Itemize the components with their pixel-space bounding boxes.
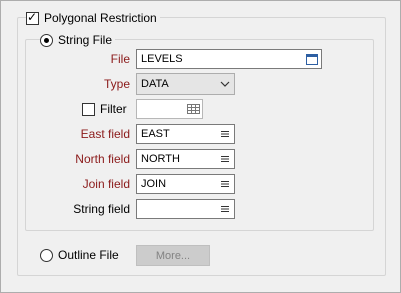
polygonal-restriction-toggle[interactable]: ✓ Polygonal Restriction xyxy=(26,10,160,26)
filter-input[interactable] xyxy=(136,99,203,119)
more-button[interactable]: More... xyxy=(136,245,210,266)
filter-grid-icon[interactable] xyxy=(184,100,202,118)
outline-file-radio[interactable] xyxy=(40,248,53,262)
list-icon[interactable] xyxy=(216,150,234,168)
filter-label: Filter xyxy=(100,102,127,116)
type-value: DATA xyxy=(141,78,169,90)
file-value: LEVELS xyxy=(141,53,183,65)
type-label: Type xyxy=(103,77,130,91)
filter-toggle[interactable]: Filter xyxy=(82,102,127,116)
radio-selected-dot xyxy=(44,37,49,43)
string-file-label: String File xyxy=(58,33,113,47)
list-icon[interactable] xyxy=(216,200,234,218)
chevron-down-icon xyxy=(216,75,234,93)
east-field-label: East field xyxy=(80,127,130,141)
type-select[interactable]: DATA xyxy=(136,73,235,95)
polygonal-restriction-label: Polygonal Restriction xyxy=(44,11,157,25)
list-icon[interactable] xyxy=(216,125,234,143)
north-field-label: North field xyxy=(75,152,130,166)
outline-file-label: Outline File xyxy=(58,248,119,262)
join-field-input[interactable]: JOIN xyxy=(136,174,235,194)
file-input[interactable]: LEVELS xyxy=(136,49,322,69)
string-field-label: String field xyxy=(73,202,130,216)
join-field-value: JOIN xyxy=(141,178,167,190)
file-browse-icon[interactable] xyxy=(303,50,321,68)
filter-checkbox[interactable] xyxy=(82,102,95,116)
north-field-input[interactable]: NORTH xyxy=(136,149,235,169)
string-file-radio[interactable] xyxy=(40,33,53,47)
string-field-input[interactable] xyxy=(136,199,235,219)
polygonal-restriction-checkbox[interactable]: ✓ xyxy=(26,9,39,25)
file-label: File xyxy=(110,52,130,66)
string-file-option[interactable]: String File xyxy=(40,32,116,48)
list-icon[interactable] xyxy=(216,175,234,193)
checkmark-icon: ✓ xyxy=(27,9,38,24)
outline-file-option[interactable]: Outline File xyxy=(40,248,119,262)
north-field-value: NORTH xyxy=(141,153,180,165)
east-field-value: EAST xyxy=(141,128,170,140)
east-field-input[interactable]: EAST xyxy=(136,124,235,144)
join-field-label: Join field xyxy=(82,177,130,191)
